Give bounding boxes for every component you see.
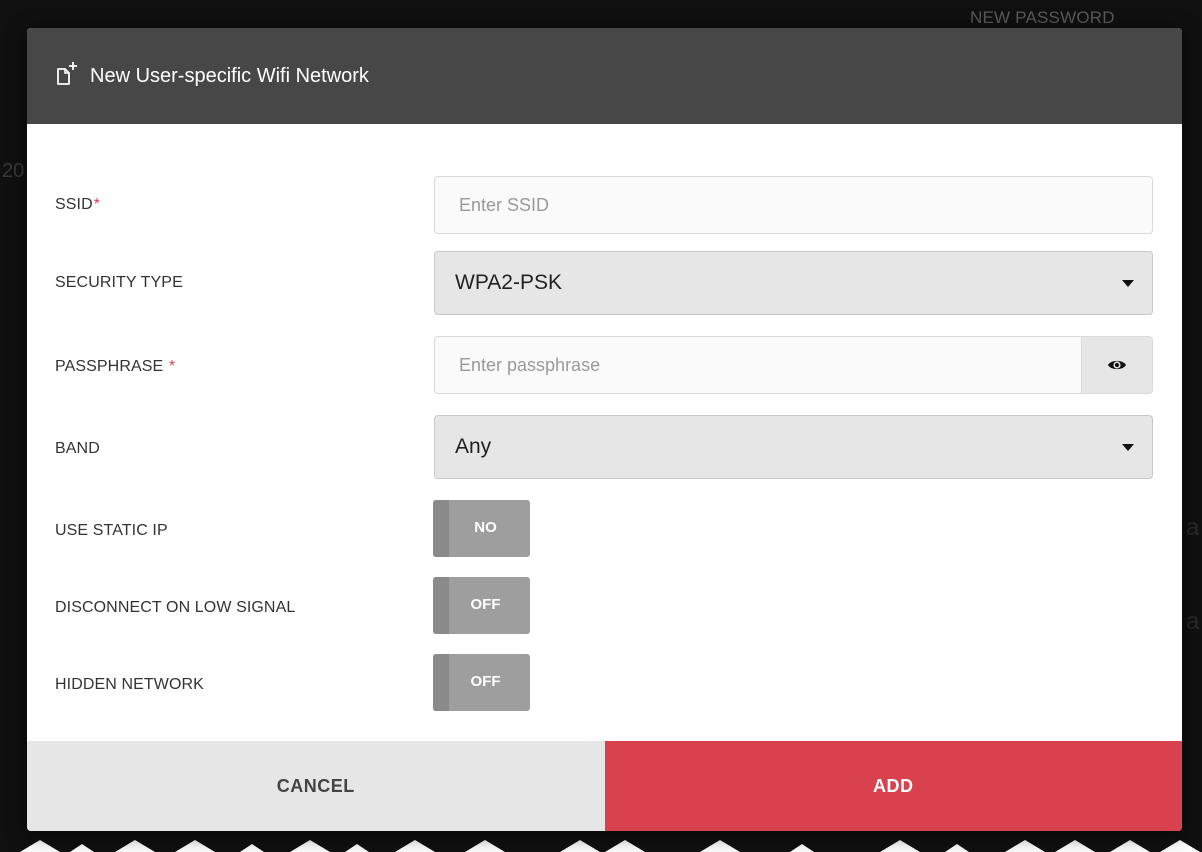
background-field-label: NEW PASSWORD bbox=[970, 8, 1115, 27]
ssid-input[interactable] bbox=[434, 176, 1153, 234]
cancel-button[interactable]: CANCEL bbox=[27, 741, 605, 831]
toggle-state: OFF bbox=[470, 595, 501, 613]
dialog-header: New User-specific Wifi Network bbox=[27, 28, 1182, 124]
passphrase-input[interactable] bbox=[434, 336, 1082, 394]
band-label: BAND bbox=[55, 440, 100, 457]
new-file-icon bbox=[57, 62, 77, 85]
toggle-knob bbox=[433, 577, 449, 634]
show-passphrase-button[interactable] bbox=[1082, 336, 1153, 394]
band-value: Any bbox=[455, 435, 492, 458]
eye-icon bbox=[1108, 360, 1126, 370]
background-text-fragment: 20 bbox=[2, 160, 25, 182]
security-type-select[interactable]: WPA2-PSK bbox=[434, 251, 1153, 315]
new-wifi-network-dialog: New User-specific Wifi Network SSID* SEC… bbox=[27, 28, 1182, 831]
background-shapes bbox=[20, 840, 1200, 852]
background-text-fragment: a bbox=[1186, 514, 1200, 541]
ssid-label: SSID* bbox=[55, 196, 101, 213]
required-mark: * bbox=[168, 358, 176, 375]
disconnect-low-signal-label: DISCONNECT ON LOW SIGNAL bbox=[55, 599, 296, 616]
disconnect-low-signal-toggle[interactable]: OFF bbox=[433, 577, 530, 634]
required-mark: * bbox=[93, 196, 101, 213]
hidden-network-label: HIDDEN NETWORK bbox=[55, 676, 204, 693]
add-button[interactable]: ADD bbox=[604, 741, 1182, 831]
hidden-network-toggle[interactable]: OFF bbox=[433, 654, 530, 711]
passphrase-label: PASSPHRASE * bbox=[55, 358, 176, 375]
toggle-knob bbox=[433, 500, 449, 557]
toggle-state: OFF bbox=[470, 672, 501, 690]
security-type-value: WPA2-PSK bbox=[455, 271, 562, 294]
background-text-fragment: a bbox=[1186, 608, 1200, 635]
chevron-down-icon bbox=[1122, 279, 1134, 287]
wifi-form: SSID* SECURITY TYPE WPA2-PSK PASSPHRASE … bbox=[27, 124, 1182, 741]
dialog-footer: CANCEL ADD bbox=[27, 741, 1182, 831]
chevron-down-icon bbox=[1122, 443, 1134, 451]
static-ip-label: USE STATIC IP bbox=[55, 522, 168, 539]
security-type-label: SECURITY TYPE bbox=[55, 274, 183, 291]
passphrase-group bbox=[434, 336, 1153, 394]
toggle-knob bbox=[433, 654, 449, 711]
toggle-state: NO bbox=[474, 518, 497, 536]
band-select[interactable]: Any bbox=[434, 415, 1153, 479]
dialog-title: New User-specific Wifi Network bbox=[90, 64, 369, 87]
static-ip-toggle[interactable]: NO bbox=[433, 500, 530, 557]
